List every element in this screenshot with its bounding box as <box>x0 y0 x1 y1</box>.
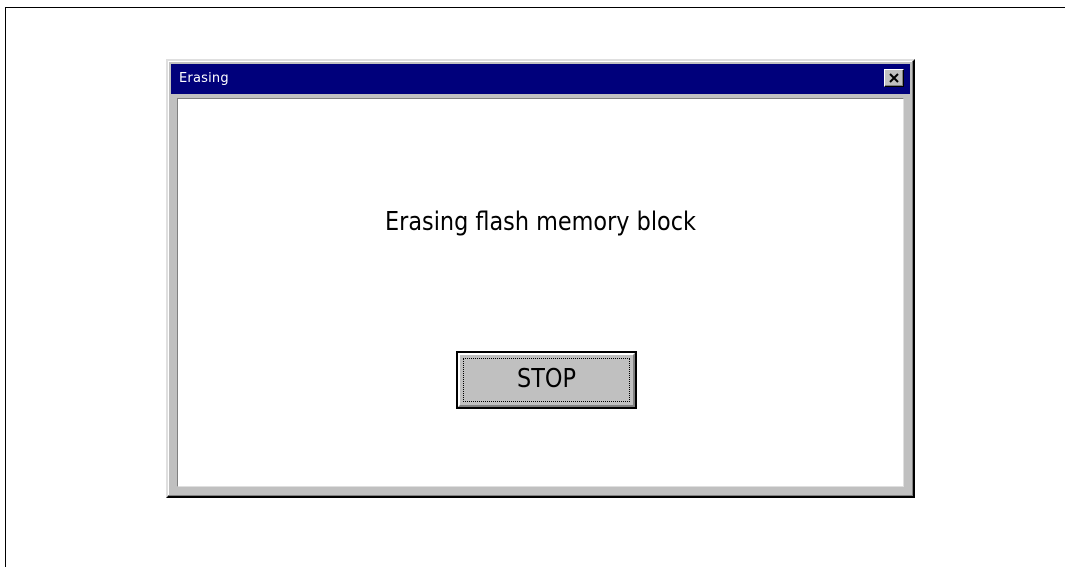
dialog-client-area: Erasing flash memory block STOP <box>177 98 904 487</box>
close-icon <box>889 73 899 83</box>
title-bar[interactable]: Erasing <box>171 64 910 94</box>
window-title: Erasing <box>179 71 229 86</box>
stop-button-label: STOP <box>517 364 576 394</box>
close-button[interactable] <box>884 69 904 87</box>
erasing-dialog: Erasing Erasing flash memory block STOP <box>166 59 915 498</box>
stop-button[interactable]: STOP <box>456 351 637 409</box>
status-message: Erasing flash memory block <box>385 207 696 237</box>
